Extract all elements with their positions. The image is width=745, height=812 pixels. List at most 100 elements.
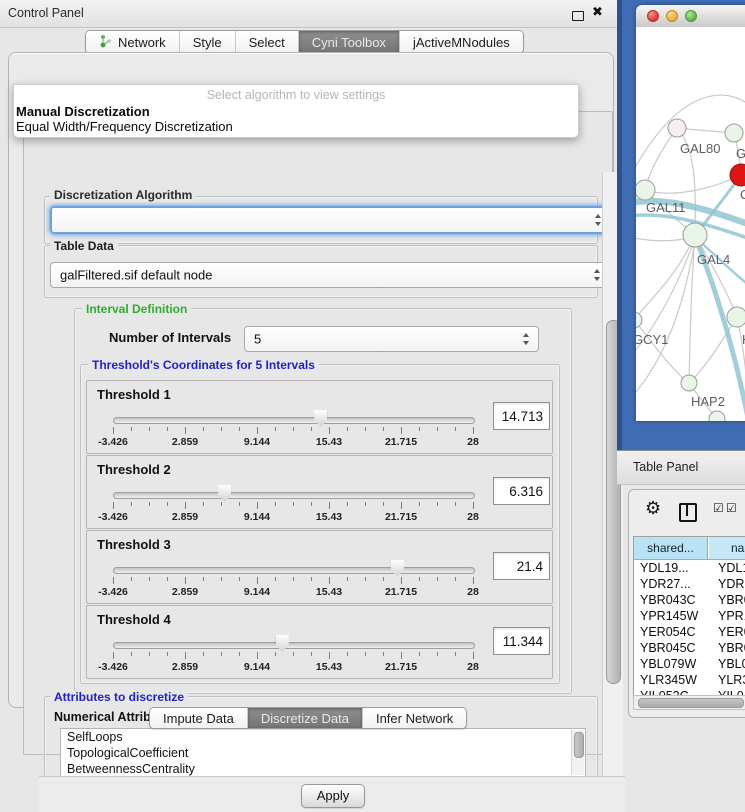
tab-style[interactable]: Style [180, 31, 236, 53]
table-row[interactable]: YDL19... YDL1 [634, 560, 745, 576]
network-node-gcy1[interactable] [636, 312, 642, 328]
popup-option-equal-width-frequency-discretization[interactable]: Equal Width/Frequency Discretization [16, 119, 233, 134]
tab-impute-data[interactable]: Impute Data [150, 708, 248, 728]
threshold-value-field[interactable]: 6.316 [493, 477, 550, 505]
cell-shared-name: YBL079W [640, 656, 696, 672]
threshold-slider[interactable]: -3.4262.8599.14415.4321.71528 [113, 640, 473, 674]
tab-infer-network[interactable]: Infer Network [363, 708, 466, 728]
network-window-frame: GAL80GACGAL11GAL4GCY1HHAP2 [617, 0, 745, 450]
split-columns-icon[interactable] [679, 503, 697, 522]
threshold-slider[interactable]: -3.4262.8599.14415.4321.71528 [113, 565, 473, 599]
top-tab-bar: NetworkStyleSelectCyni ToolboxjActiveMNo… [85, 30, 524, 54]
cell-name: YBR0 [718, 592, 745, 608]
table-row[interactable]: YDR27...YDR2 [634, 576, 745, 592]
algorithm-combobox[interactable] [50, 206, 612, 234]
table-panel-header: Table Panel [617, 450, 745, 485]
threshold-value-field[interactable]: 21.4 [493, 552, 550, 580]
threshold-panel-2: Threshold 2 -3.4262.8599.14415.4321.71528… [86, 455, 553, 529]
thresholds-group-label: Threshold's Coordinates for 5 Intervals [88, 358, 319, 372]
table-row[interactable]: YBL079WYBL0 [634, 656, 745, 672]
combo-arrows-icon [595, 214, 602, 226]
network-canvas[interactable]: GAL80GACGAL11GAL4GCY1HHAP2 [636, 27, 745, 421]
tab-network[interactable]: Network [86, 31, 180, 53]
tick-label: 28 [467, 511, 479, 523]
network-icon [99, 34, 112, 51]
minimize-traffic-light[interactable] [666, 10, 678, 22]
threshold-slider[interactable]: -3.4262.8599.14415.4321.71528 [113, 415, 473, 449]
cell-name: YDL1 [718, 560, 745, 576]
tick-label: 21.715 [385, 586, 417, 598]
cyni-toolbox-panel: Discretization Algorithm Table Data galF… [8, 52, 614, 708]
threshold-value-field[interactable]: 14.713 [493, 402, 550, 430]
table-row[interactable]: YLR345WYLR3 [634, 672, 745, 688]
panel-title: Control Panel [8, 6, 84, 20]
node-label: C [740, 187, 745, 202]
cell-shared-name: YDR27... [640, 576, 691, 592]
table-row[interactable]: YER054CYER0 [634, 624, 745, 640]
float-window-icon[interactable] [572, 11, 584, 21]
table-row[interactable]: YPR145WYPR1 [634, 608, 745, 624]
scrollbar-thumb[interactable] [638, 698, 744, 708]
threshold-slider[interactable]: -3.4262.8599.14415.4321.71528 [113, 490, 473, 524]
attribute-item-betweennesscentrality[interactable]: BetweennessCentrality [61, 761, 585, 777]
list-scrollbar[interactable] [571, 730, 584, 775]
checkbox-icon[interactable]: ☑ [726, 501, 737, 515]
slider-thumb[interactable] [314, 410, 327, 427]
tick-label: -3.426 [98, 661, 128, 673]
interval-definition-label: Interval Definition [82, 302, 191, 316]
tab-select[interactable]: Select [236, 31, 299, 53]
popup-option-manual-discretization[interactable]: Manual Discretization [16, 104, 150, 119]
table-horizontal-scrollbar[interactable] [633, 695, 745, 710]
slider-thumb[interactable] [218, 485, 231, 502]
network-node-gal11[interactable] [636, 180, 655, 200]
tab-cyni-toolbox[interactable]: Cyni Toolbox [299, 31, 400, 53]
tick-label: 2.859 [172, 661, 198, 673]
attribute-item-selfloops[interactable]: SelfLoops [61, 729, 585, 745]
network-node-gal80[interactable] [668, 119, 686, 137]
column-header-shared[interactable]: shared... [634, 537, 708, 559]
cell-shared-name: YDL19... [640, 560, 689, 576]
bottom-tab-bar: Impute DataDiscretize DataInfer Network [149, 707, 467, 729]
cell-shared-name: YPR145W [640, 608, 698, 624]
discretize-settings-panel: Discretization Algorithm Table Data galF… [23, 111, 613, 755]
network-node-ga[interactable] [725, 124, 743, 142]
attribute-item-topologicalcoefficient[interactable]: TopologicalCoefficient [61, 745, 585, 761]
network-window-titlebar[interactable] [636, 5, 745, 28]
apply-button[interactable]: Apply [301, 784, 365, 808]
threshold-value-field[interactable]: 11.344 [493, 627, 550, 655]
gear-icon[interactable]: ⚙ [645, 498, 661, 519]
checkbox-icon[interactable]: ☑ [713, 501, 724, 515]
tick-label: -3.426 [98, 511, 128, 523]
tick-label: 15.43 [316, 436, 342, 448]
cell-shared-name: YLR345W [640, 672, 697, 688]
zoom-traffic-light[interactable] [685, 10, 697, 22]
network-node-hap2[interactable] [681, 375, 697, 391]
cell-shared-name: YBR043C [640, 592, 696, 608]
tab-discretize-data[interactable]: Discretize Data [248, 708, 363, 728]
network-node-c[interactable] [730, 164, 745, 186]
network-node-h[interactable] [727, 307, 745, 327]
attributes-group-label: Attributes to discretize [50, 690, 188, 704]
tick-label: 9.144 [244, 436, 270, 448]
table-row[interactable]: YBR043C YBR0 [634, 592, 745, 608]
control-panel: Control Panel ✖ NetworkStyleSelectCyni T… [0, 0, 617, 745]
network-node-gal4[interactable] [683, 223, 707, 247]
algorithm-dropdown-popup: Select algorithm to view settings Manual… [13, 84, 579, 138]
threshold-label: Threshold 2 [97, 462, 171, 477]
number-of-intervals-label: Number of Intervals [109, 330, 231, 345]
close-icon[interactable]: ✖ [592, 4, 603, 20]
numerical-attributes-list[interactable]: SelfLoopsTopologicalCoefficientBetweenne… [60, 728, 586, 777]
threshold-label: Threshold 1 [97, 387, 171, 402]
tab-jactivemnodules[interactable]: jActiveMNodules [400, 31, 523, 53]
node-label: GAL80 [680, 141, 720, 156]
table-data-combobox[interactable]: galFiltered.sif default node [50, 262, 610, 288]
slider-thumb[interactable] [391, 560, 404, 577]
close-traffic-light[interactable] [647, 10, 659, 22]
control-panel-titlebar: Control Panel ✖ [0, 0, 617, 28]
table-row[interactable]: YBR045CYBR0 [634, 640, 745, 656]
tick-label: 2.859 [172, 436, 198, 448]
number-of-intervals-combobox[interactable]: 5 [244, 326, 539, 352]
slider-thumb[interactable] [276, 635, 289, 652]
column-header-name[interactable]: name [709, 537, 745, 559]
node-label: GA [736, 146, 745, 161]
